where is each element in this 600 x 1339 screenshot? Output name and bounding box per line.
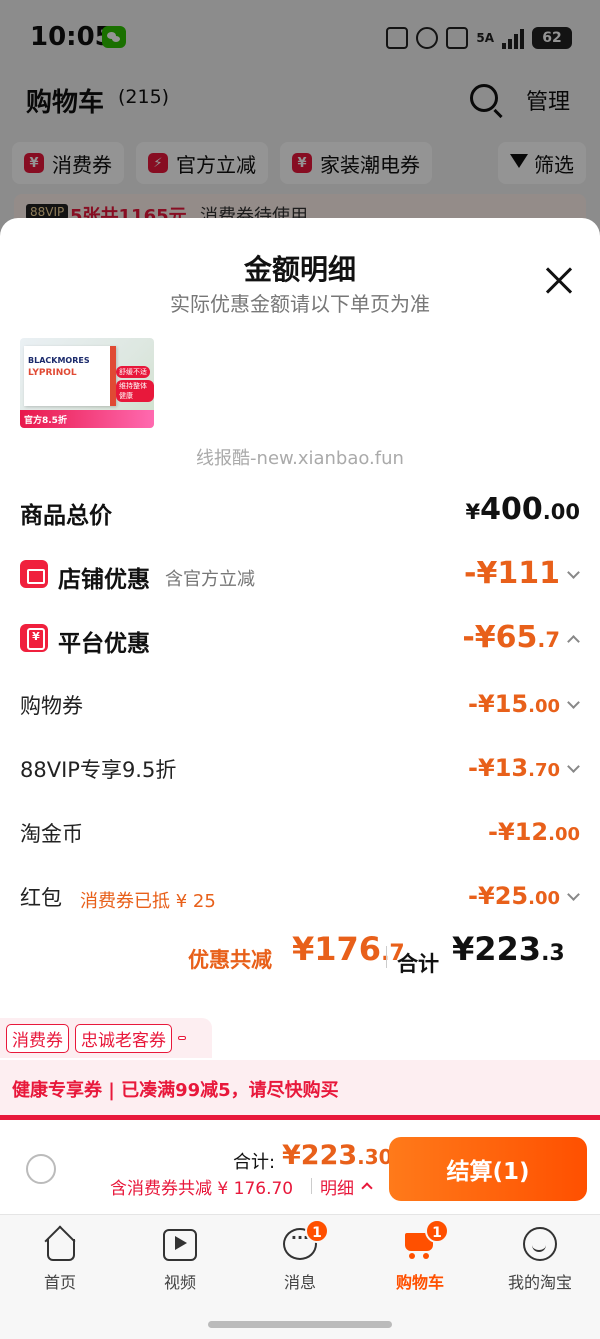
red-packet-label: 红包	[20, 886, 62, 910]
shopping-coupon-amount: -¥15.00	[468, 690, 560, 718]
divider	[386, 946, 387, 968]
chevron-down-icon	[567, 760, 580, 773]
product-brand: BLACKMORES	[28, 356, 90, 365]
shopping-coupon-label: 购物券	[20, 694, 83, 718]
vip-discount-row[interactable]: 88VIP专享9.5折 -¥13.70	[0, 750, 600, 790]
checkout-bar: 合计: ¥223.30 含消费券共减 ¥ 176.70 明细 结算(1)	[0, 1120, 600, 1214]
checkout-total-value: ¥223.30	[282, 1140, 393, 1171]
chevron-up-icon	[567, 635, 580, 648]
product-promo: 官方8.5折	[20, 410, 154, 428]
red-packet-note: 消费券已抵 ¥ 25	[80, 891, 216, 912]
total-value: ¥223.3	[452, 930, 565, 968]
coupon-tag: 消费券	[6, 1023, 69, 1053]
select-all-checkbox[interactable]	[26, 1154, 56, 1184]
platform-coupon-icon	[20, 624, 48, 652]
discount-summary: 优惠共减 ¥176.7 合计 ¥223.3	[0, 930, 600, 980]
sheet-title: 金额明细	[243, 253, 356, 286]
chevron-down-icon	[567, 566, 580, 579]
store-discount-amount: -¥111	[464, 556, 560, 591]
health-coupon-banner[interactable]: 健康专享券 | 已凑满99减5，请尽快购买	[0, 1060, 600, 1120]
divider	[311, 1178, 312, 1194]
tab-messages[interactable]: 1 消息	[240, 1219, 360, 1297]
tao-coins-row: 淘金币 -¥12.00	[0, 814, 600, 854]
coupon-tag-strip: 消费券 忠诚老客券	[0, 1018, 212, 1058]
vip-discount-label: 88VIP专享9.5折	[20, 758, 177, 782]
product-name: LYPRINOL	[28, 368, 77, 378]
total-label: 合计	[397, 952, 439, 976]
checkout-button[interactable]: 结算(1)	[389, 1137, 587, 1201]
goods-total-label: 商品总价	[20, 503, 112, 529]
tab-label: 首页	[43, 1273, 76, 1292]
checkout-total-label: 合计:	[233, 1152, 276, 1173]
tab-label: 视频	[163, 1273, 196, 1292]
shopping-coupon-row[interactable]: 购物券 -¥15.00	[0, 686, 600, 726]
tab-home[interactable]: 首页	[0, 1227, 120, 1297]
product-pill-2: 维持整体健康	[116, 380, 154, 402]
vip-discount-amount: -¥13.70	[468, 754, 560, 782]
discount-summary-label: 优惠共减	[188, 948, 272, 972]
sheet-subtitle: 实际优惠金额请以下单页为准	[170, 292, 430, 316]
tab-video[interactable]: 视频	[120, 1227, 240, 1297]
discount-summary-value: ¥176.7	[292, 930, 405, 968]
red-packet-amount: -¥25.00	[468, 882, 560, 910]
cart-icon: 1	[403, 1219, 449, 1261]
tab-cart[interactable]: 1 购物车	[360, 1219, 480, 1297]
message-badge: 1	[305, 1219, 329, 1243]
tab-label: 消息	[283, 1273, 316, 1292]
chevron-down-icon	[567, 696, 580, 709]
coupon-tag-partial	[178, 1036, 186, 1040]
platform-discount-label: 平台优惠	[58, 631, 150, 657]
store-discount-note: 含官方立减	[165, 569, 255, 590]
tao-coins-amount: -¥12.00	[488, 818, 580, 846]
tab-label: 我的淘宝	[507, 1273, 572, 1292]
store-discount-label: 店铺优惠	[58, 567, 150, 593]
cart-badge: 1	[425, 1219, 449, 1243]
product-thumbnail[interactable]: BLACKMORES LYPRINOL 舒缓不适 维持整体健康 官方8.5折	[20, 338, 154, 428]
product-pill-1: 舒缓不适	[116, 366, 150, 378]
watermark: 线报酷-new.xianbao.fun	[196, 448, 404, 469]
profile-icon	[523, 1227, 557, 1261]
close-icon[interactable]	[542, 264, 576, 298]
chevron-up-icon[interactable]	[361, 1182, 373, 1194]
product-box-image: BLACKMORES LYPRINOL	[24, 346, 116, 406]
platform-discount-row[interactable]: 平台优惠 -¥65.7	[0, 620, 600, 660]
tab-label: 购物车	[395, 1273, 444, 1292]
store-discount-row[interactable]: 店铺优惠 含官方立减 -¥111	[0, 556, 600, 596]
chevron-down-icon	[567, 888, 580, 901]
checkout-discount-text: 含消费券共减 ¥ 176.70	[110, 1179, 294, 1199]
red-packet-row[interactable]: 红包 消费券已抵 ¥ 25 -¥25.00	[0, 878, 600, 918]
message-icon: 1	[283, 1219, 329, 1261]
tab-my-taobao[interactable]: 我的淘宝	[480, 1227, 600, 1297]
tao-coins-label: 淘金币	[20, 822, 83, 846]
health-coupon-text: 健康专享券 | 已凑满99减5，请尽快购买	[12, 1080, 339, 1101]
bottom-tab-bar: 首页 视频 1 消息 1 购物车 我的淘宝	[0, 1214, 600, 1339]
home-indicator[interactable]	[208, 1321, 392, 1328]
home-icon	[43, 1227, 77, 1261]
detail-toggle[interactable]: 明细	[320, 1174, 354, 1199]
platform-discount-amount: -¥65.7	[462, 620, 560, 655]
coupon-tag: 忠诚老客券	[75, 1023, 172, 1053]
video-icon	[163, 1227, 197, 1261]
goods-total-row: 商品总价 ¥400.00	[0, 492, 600, 532]
store-icon	[20, 560, 48, 588]
goods-total-amount: ¥400.00	[465, 492, 580, 527]
